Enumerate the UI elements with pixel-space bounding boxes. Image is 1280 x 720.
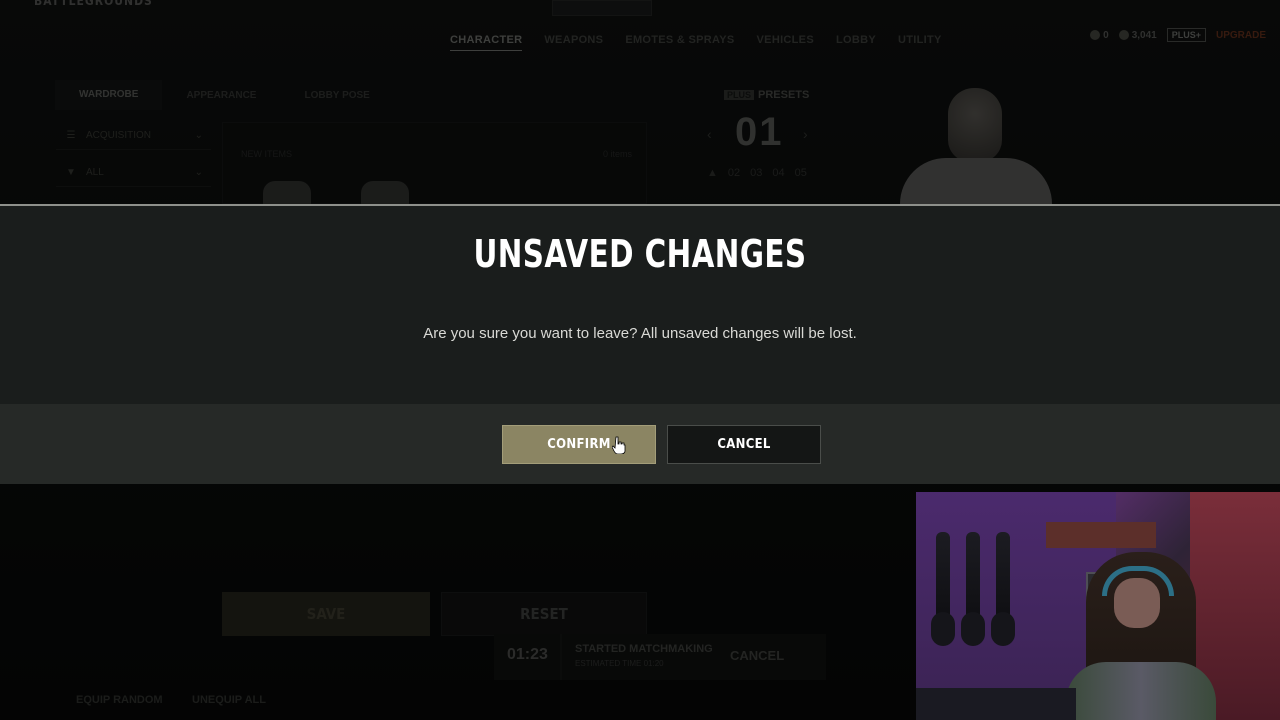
nav-character[interactable]: CHARACTER bbox=[450, 34, 523, 51]
preset-item[interactable]: 02 bbox=[728, 167, 740, 179]
nav-vehicles[interactable]: VEHICLES bbox=[757, 34, 814, 51]
preset-item[interactable]: 05 bbox=[795, 167, 807, 179]
item-shirt[interactable] bbox=[361, 181, 409, 205]
save-button[interactable]: SAVE bbox=[222, 592, 430, 636]
chevron-left-icon[interactable]: ‹ bbox=[707, 126, 712, 142]
matchmaking-estimate: ESTIMATED TIME 01:20 bbox=[575, 659, 664, 668]
filter-icon: ▼ bbox=[66, 167, 76, 178]
preset-item[interactable]: 03 bbox=[750, 167, 762, 179]
upgrade-button[interactable]: UPGRADE bbox=[1216, 30, 1266, 41]
guitar-body bbox=[931, 612, 955, 646]
divider bbox=[560, 634, 562, 680]
preset-list: ▲ 02 03 04 05 bbox=[707, 167, 807, 179]
character-body bbox=[900, 158, 1052, 204]
tab-appearance[interactable]: APPEARANCE bbox=[162, 90, 280, 101]
lock-icon: ▲ bbox=[707, 167, 718, 179]
nav-utility[interactable]: UTILITY bbox=[898, 34, 942, 51]
webcam-shelf bbox=[1046, 522, 1156, 548]
streamer-shirt bbox=[1066, 662, 1216, 720]
item-grid: NEW ITEMS 0 items bbox=[222, 122, 647, 205]
presets-title: PLUS PRESETS bbox=[724, 89, 809, 101]
new-items-label: NEW ITEMS bbox=[241, 149, 292, 159]
character-preview bbox=[900, 88, 1052, 204]
nav-emotes-sprays[interactable]: EMOTES & SPRAYS bbox=[625, 34, 734, 51]
preset-number: 01 bbox=[735, 110, 784, 154]
item-count: 0 items bbox=[602, 149, 632, 159]
matchmaking-title: STARTED MATCHMAKING bbox=[575, 643, 713, 655]
sort-dropdown[interactable]: ☰ ACQUISITION ⌄ bbox=[56, 122, 211, 150]
plus-badge-small: PLUS bbox=[724, 90, 755, 100]
confirm-button[interactable]: CONFIRM bbox=[502, 425, 656, 464]
hand-cursor-icon bbox=[612, 436, 626, 454]
bp-icon bbox=[1118, 29, 1129, 40]
nav-weapons[interactable]: WEAPONS bbox=[544, 34, 603, 51]
matchmaking-cancel-button[interactable]: CANCEL bbox=[730, 648, 784, 663]
nav-lobby[interactable]: LOBBY bbox=[836, 34, 876, 51]
matchmaking-timer: 01:23 bbox=[507, 646, 548, 663]
bp-balance: 3,041 bbox=[1118, 29, 1157, 41]
main-nav: CHARACTER WEAPONS EMOTES & SPRAYS VEHICL… bbox=[450, 34, 942, 51]
modal-title: UNSAVED CHANGES bbox=[473, 232, 807, 276]
reset-button[interactable]: RESET bbox=[441, 592, 647, 636]
cancel-button[interactable]: CANCEL bbox=[667, 425, 821, 464]
webcam-desk bbox=[916, 688, 1076, 720]
tab-wardrobe[interactable]: WARDROBE bbox=[55, 80, 163, 110]
modal-message: Are you sure you want to leave? All unsa… bbox=[423, 325, 857, 342]
tab-lobby-pose[interactable]: LOBBY POSE bbox=[280, 90, 393, 101]
currency-bar: 0 3,041 PLUS+ UPGRADE bbox=[1090, 28, 1266, 42]
coin-balance: 0 bbox=[1090, 30, 1109, 41]
chevron-right-icon[interactable]: › bbox=[803, 126, 808, 142]
unequip-all-button[interactable]: UNEQUIP ALL bbox=[192, 694, 266, 706]
sort-label: ACQUISITION bbox=[86, 130, 152, 141]
preset-item[interactable]: 04 bbox=[772, 167, 784, 179]
chevron-down-icon: ⌄ bbox=[194, 167, 203, 178]
guitar-body bbox=[991, 612, 1015, 646]
brand-logo: BATTLEGROUNDS bbox=[34, 0, 153, 8]
streamer bbox=[1066, 552, 1216, 720]
item-shirt[interactable] bbox=[263, 181, 311, 205]
webcam-overlay bbox=[916, 492, 1280, 720]
top-tab bbox=[552, 0, 652, 16]
sort-icon: ☰ bbox=[66, 130, 76, 141]
guitar-body bbox=[961, 612, 985, 646]
equip-random-button[interactable]: EQUIP RANDOM bbox=[76, 694, 163, 706]
filter-dropdown[interactable]: ▼ ALL ⌄ bbox=[56, 159, 211, 187]
character-head bbox=[948, 88, 1002, 162]
coin-icon bbox=[1090, 29, 1101, 40]
chevron-down-icon: ⌄ bbox=[194, 130, 203, 141]
sub-tabs: WARDROBE APPEARANCE LOBBY POSE bbox=[55, 80, 394, 110]
plus-badge[interactable]: PLUS+ bbox=[1166, 28, 1206, 42]
filter-label: ALL bbox=[86, 167, 104, 178]
